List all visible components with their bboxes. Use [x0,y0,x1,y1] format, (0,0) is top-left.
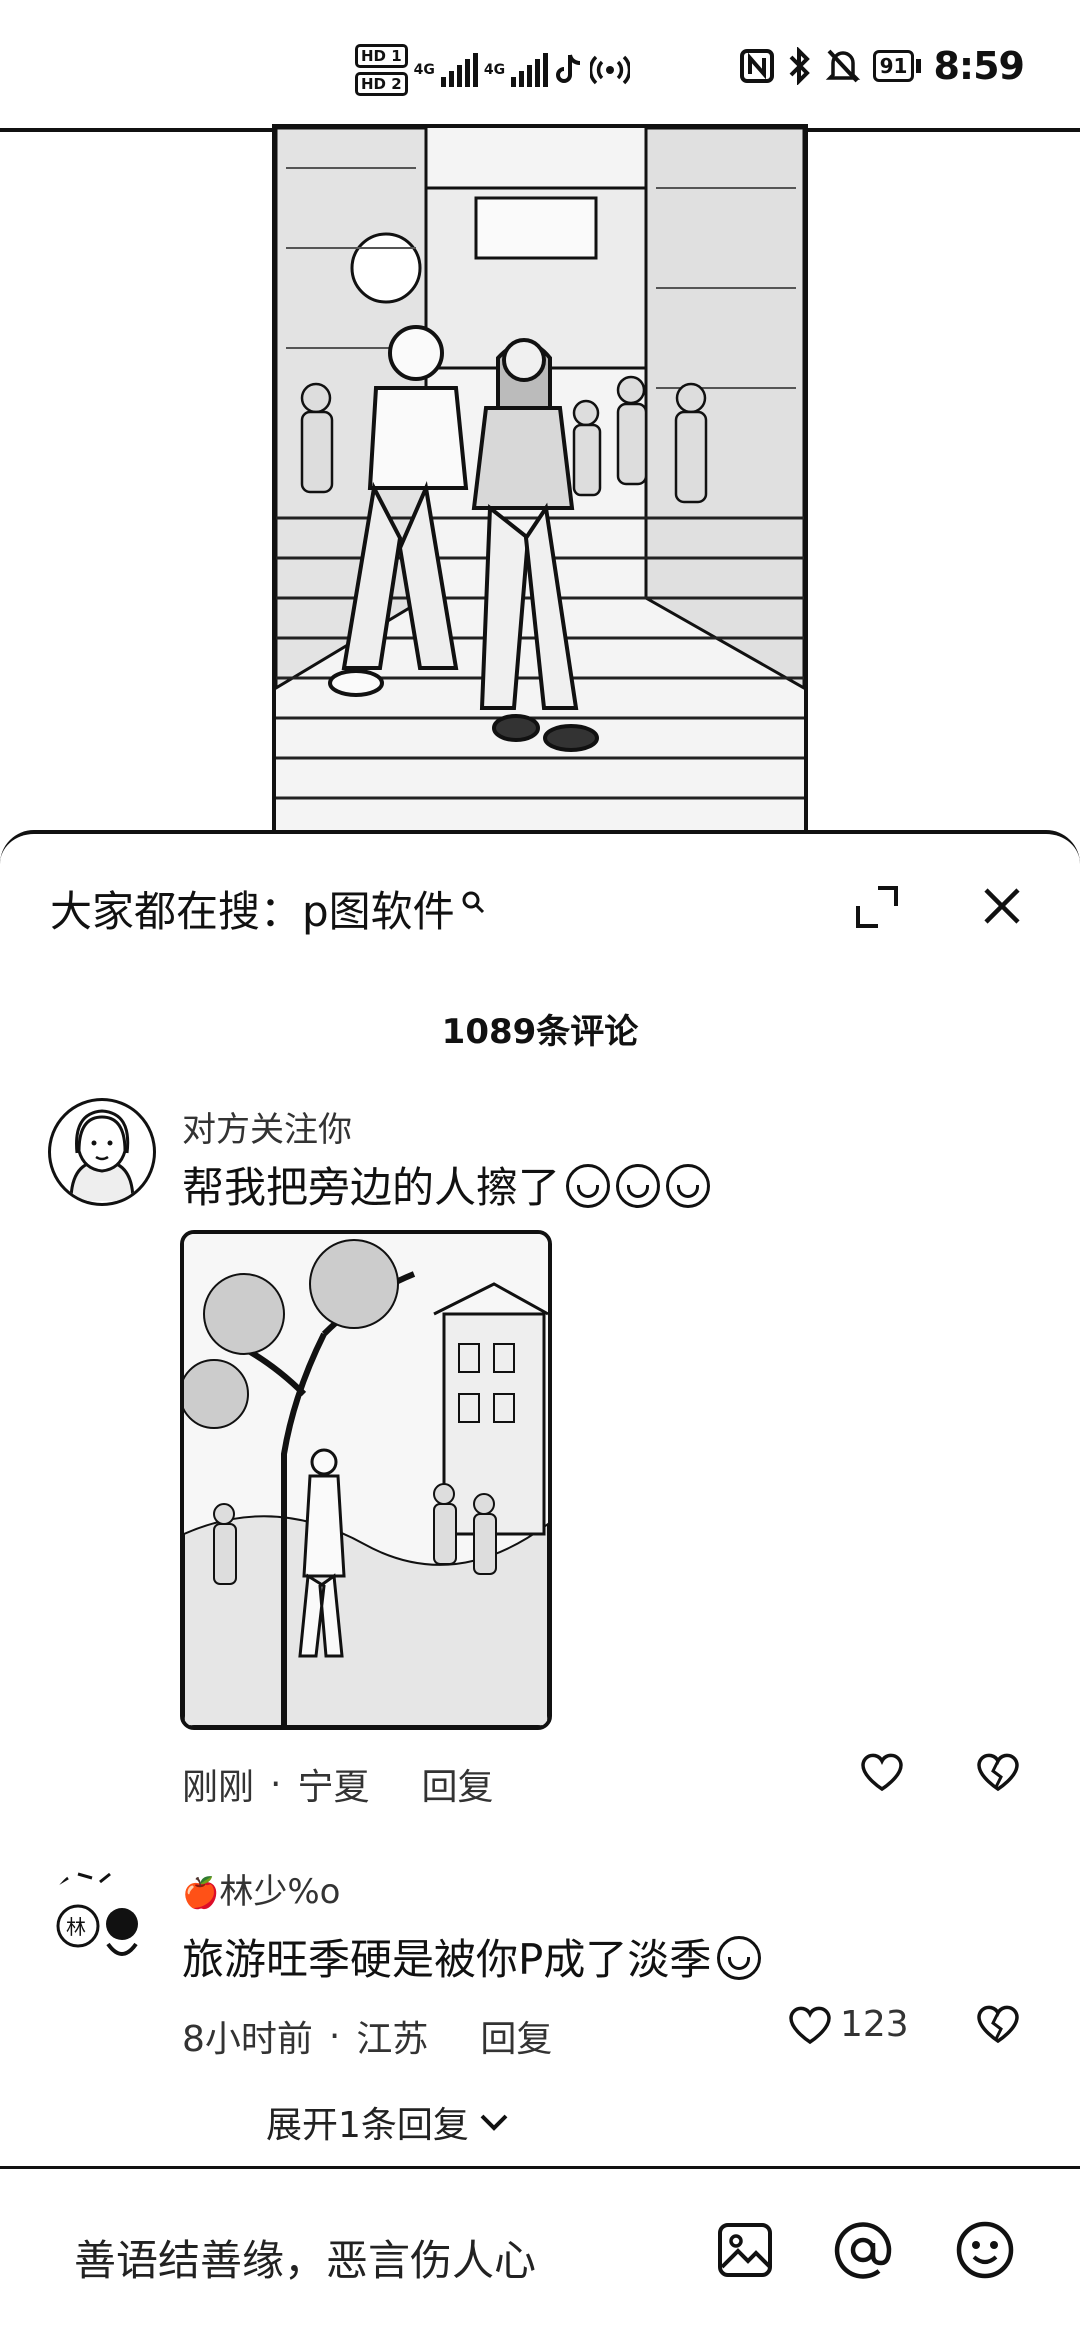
like-count: 123 [840,2004,909,2045]
at-icon[interactable] [830,2217,896,2283]
comment-username[interactable]: 对方关注你 [182,1102,352,1151]
laugh-emoji-icon [566,1164,611,1208]
trending-search-link[interactable]: 大家都在搜：p图软件 [50,878,485,939]
comment-input-bar: 善语结善缘，恶言伤人心 [0,2169,1080,2340]
avatar-image [69,1109,135,1202]
hd2-label: HD 2 [355,72,408,96]
comment-text-body: 旅游旺季硬是被你P成了淡季 [182,1935,712,1984]
battery-tip [916,59,922,73]
hd1-label: HD 1 [355,44,408,68]
network-type-2: 4G [483,62,506,78]
comment-time: 8小时前 [182,2019,313,2060]
trending-search-text: 大家都在搜：p图软件 [50,887,455,936]
laugh-cry-emoji-icon [717,1936,762,1980]
comment-location: 宁夏 [297,1767,370,1808]
signal-icon-2 [511,53,549,87]
meta-separator: · [270,1763,282,1805]
avatar-image: 林 [56,1872,138,1956]
broken-heart-icon[interactable] [976,2004,1020,2044]
status-left: HD 1 HD 2 4G 4G [355,44,631,96]
battery-level: 91 [872,50,915,82]
emoji-icon[interactable] [952,2217,1018,2283]
comment-username[interactable]: 🍎林少%o [182,1864,340,1913]
like-button[interactable] [860,1752,912,1792]
video-preview[interactable] [272,124,808,844]
comment-text: 帮我把旁边的人擦了 [182,1154,711,1215]
meta-separator: · [328,2015,341,2057]
comment-location: 江苏 [356,2019,429,2060]
status-right: 91 8:59 [739,44,1025,88]
comment-username-text: 林少%o [219,1872,341,1912]
avatar[interactable] [48,1098,156,1206]
expand-replies-label: 展开1条回复 [266,2105,469,2146]
expand-replies-button[interactable]: 展开1条回复 [266,2096,509,2148]
like-button[interactable]: 123 [788,2004,909,2045]
chevron-down-icon [480,2114,508,2131]
hd-indicators: HD 1 HD 2 [355,44,408,96]
expand-icon[interactable] [854,884,900,930]
laugh-emoji-icon [616,1164,661,1208]
clock: 8:59 [933,44,1025,88]
comment-time: 刚刚 [182,1767,255,1808]
svg-text:林: 林 [66,1915,86,1939]
broken-heart-icon[interactable] [976,1752,1020,1792]
bluetooth-icon [789,47,810,85]
nfc-icon [739,49,774,83]
comment-text-body: 帮我把旁边的人擦了 [182,1163,561,1212]
laugh-emoji-icon [666,1164,711,1208]
network-type-1: 4G [413,62,435,78]
status-bar: HD 1 HD 2 4G 4G 91 8:59 [0,0,1080,128]
comment-meta: 刚刚 · 宁夏 回复 [182,1758,494,1810]
close-icon[interactable] [976,880,1028,932]
comment-attached-image[interactable] [180,1230,552,1730]
video-scene-image [276,128,804,840]
hotspot-icon [590,55,631,85]
image-icon[interactable] [712,2217,778,2283]
comment-text: 旅游旺季硬是被你P成了淡季 [182,1926,762,1987]
comment-count: 1089条评论 [441,1012,639,1052]
mute-icon [825,49,860,83]
reply-button[interactable]: 回复 [480,2010,552,2062]
tiktok-icon [556,54,581,83]
comment-sheet: 大家都在搜：p图软件 1089条评论 对方关注你 帮我把旁边的人擦了 刚刚 · … [0,830,1080,2340]
battery-icon: 91 [872,50,922,82]
attached-photo [184,1234,548,1726]
comment-input[interactable]: 善语结善缘，恶言伤人心 [74,2227,536,2288]
heart-icon [789,2006,831,2044]
search-icon [462,891,484,913]
heart-icon [861,1753,903,1792]
comment-meta: 8小时前 · 江苏 回复 [182,2010,552,2062]
signal-icon [440,53,478,87]
reply-button[interactable]: 回复 [421,1758,493,1810]
apple-decoration-icon: 🍎 [182,1876,220,1911]
avatar[interactable]: 林 [48,1864,156,1972]
